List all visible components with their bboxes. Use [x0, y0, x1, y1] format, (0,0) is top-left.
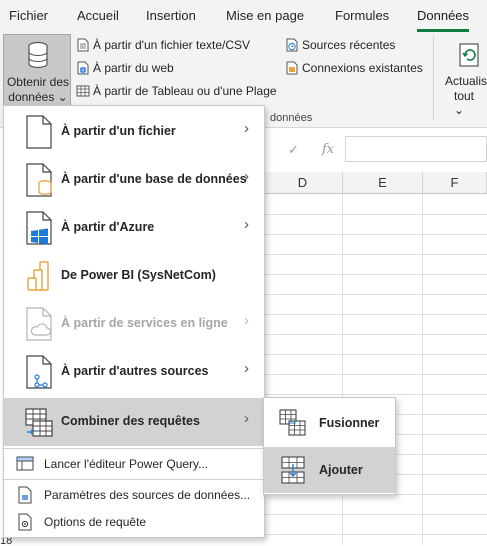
menu-separator — [4, 448, 264, 449]
power-bi-icon — [27, 261, 49, 291]
menu-separator — [4, 479, 264, 480]
menu-item-data-source-settings[interactable]: Paramètres des sources de données... — [4, 482, 264, 508]
chevron-right-icon: › — [244, 216, 249, 233]
cloud-file-icon — [26, 307, 52, 341]
tab-mise-en-page[interactable]: Mise en page — [226, 8, 304, 23]
refresh-icon — [459, 43, 479, 67]
combine-queries-submenu: Fusionner Ajouter — [263, 397, 396, 495]
menu-item-label: À partir d'une base de données — [61, 172, 247, 186]
submenu-item-label: Fusionner — [319, 416, 380, 430]
combine-icon — [25, 408, 53, 437]
formula-input[interactable] — [345, 136, 487, 162]
merge-icon — [279, 409, 306, 436]
menu-item-query-options[interactable]: Options de requête — [4, 509, 264, 535]
grid-line — [422, 194, 423, 545]
grid-line — [263, 314, 487, 315]
grid-line — [263, 254, 487, 255]
menu-item-from-database[interactable]: À partir d'une base de données › — [4, 156, 264, 204]
menu-item-from-file[interactable]: À partir d'un fichier › — [4, 108, 264, 156]
append-icon — [281, 456, 305, 484]
menu-item-label: Paramètres des sources de données... — [44, 488, 251, 502]
recent-sources-label: Sources récentes — [302, 38, 396, 52]
text-file-icon — [77, 38, 89, 52]
from-web-button[interactable]: À partir du web — [76, 61, 174, 75]
existing-connections-label: Connexions existantes — [302, 61, 423, 75]
from-text-csv-label: À partir d'un fichier texte/CSV — [93, 38, 251, 52]
menu-item-label: À partir d'un fichier — [61, 124, 176, 138]
menu-item-label: Combiner des requêtes — [61, 414, 200, 428]
menu-item-label: De Power BI (SysNetCom) — [61, 268, 216, 282]
table-icon — [76, 85, 90, 97]
existing-connections-icon — [286, 61, 298, 75]
data-source-settings-icon — [18, 486, 32, 504]
column-header-f[interactable]: F — [423, 172, 487, 194]
menu-item-from-power-bi[interactable]: De Power BI (SysNetCom) — [4, 252, 264, 300]
menu-item-label: Lancer l'éditeur Power Query... — [44, 457, 209, 471]
existing-connections-button[interactable]: Connexions existantes — [285, 61, 423, 75]
from-web-label: À partir du web — [93, 61, 174, 75]
submenu-item-merge[interactable]: Fusionner — [264, 400, 395, 446]
grid-line — [263, 274, 487, 275]
azure-icon — [26, 211, 52, 245]
chevron-right-icon: › — [244, 168, 249, 185]
menu-item-from-azure[interactable]: À partir d'Azure › — [4, 204, 264, 252]
refresh-all-label-2: tout ⌄ — [454, 89, 475, 117]
ribbon-group-label: données — [270, 112, 313, 124]
insert-function-icon[interactable]: fx — [322, 142, 334, 157]
web-file-icon — [77, 61, 89, 75]
tab-insertion[interactable]: Insertion — [146, 8, 196, 23]
tab-formules[interactable]: Formules — [335, 8, 389, 23]
other-sources-icon — [26, 355, 52, 389]
tab-donnees[interactable]: Données — [417, 8, 469, 23]
menu-item-label: À partir d'Azure — [61, 220, 155, 234]
from-table-range-label: À partir de Tableau ou d'une Plage — [93, 84, 277, 98]
tab-accueil[interactable]: Accueil — [77, 8, 119, 23]
tab-fichier[interactable]: Fichier — [9, 8, 48, 23]
column-header-e[interactable]: E — [343, 172, 423, 194]
ribbon-tabs: Fichier Accueil Insertion Mise en page F… — [0, 0, 487, 32]
from-table-range-button[interactable]: À partir de Tableau ou d'une Plage — [76, 84, 277, 98]
refresh-all-button[interactable]: Actualis tout ⌄ — [440, 34, 487, 117]
menu-item-launch-power-query[interactable]: Lancer l'éditeur Power Query... — [4, 451, 264, 477]
menu-item-from-other-sources[interactable]: À partir d'autres sources › — [4, 348, 264, 396]
grid-line — [263, 394, 487, 395]
grid-line — [263, 294, 487, 295]
grid-line — [263, 374, 487, 375]
get-data-label-2: données ⌄ — [8, 90, 68, 104]
menu-item-combine-queries[interactable]: Combiner des requêtes › — [4, 398, 264, 446]
menu-item-label: À partir de services en ligne — [61, 316, 228, 330]
database-file-icon — [26, 163, 52, 197]
grid-line — [263, 214, 487, 215]
chevron-right-icon: › — [244, 360, 249, 377]
get-data-menu: À partir d'un fichier › À partir d'une b… — [3, 105, 265, 538]
power-query-editor-icon — [16, 456, 34, 471]
menu-item-label: À partir d'autres sources — [61, 364, 209, 378]
grid-line — [263, 534, 487, 535]
submenu-item-label: Ajouter — [319, 463, 363, 477]
column-header-d[interactable]: D — [263, 172, 343, 194]
recent-sources-icon — [286, 38, 298, 52]
ribbon-separator — [433, 36, 434, 120]
chevron-right-icon: › — [244, 410, 249, 427]
database-icon — [28, 41, 48, 69]
file-icon — [26, 115, 52, 149]
confirm-entry-icon[interactable]: ✓ — [288, 142, 299, 158]
from-text-csv-button[interactable]: À partir d'un fichier texte/CSV — [76, 38, 250, 52]
get-data-label-1: Obtenir des — [6, 75, 70, 89]
grid-line — [263, 354, 487, 355]
menu-item-from-online-services: À partir de services en ligne › — [4, 300, 264, 348]
menu-item-label: Options de requête — [44, 515, 147, 529]
chevron-right-icon: › — [244, 120, 249, 137]
refresh-all-label-1: Actualis — [445, 74, 487, 88]
submenu-item-append[interactable]: Ajouter — [264, 447, 395, 493]
grid-line — [263, 334, 487, 335]
chevron-right-icon: › — [244, 312, 249, 329]
grid-line — [263, 234, 487, 235]
query-options-icon — [18, 513, 32, 531]
get-data-button[interactable]: Obtenir des données ⌄ — [3, 34, 71, 106]
grid-line — [263, 514, 487, 515]
recent-sources-button[interactable]: Sources récentes — [285, 38, 395, 52]
